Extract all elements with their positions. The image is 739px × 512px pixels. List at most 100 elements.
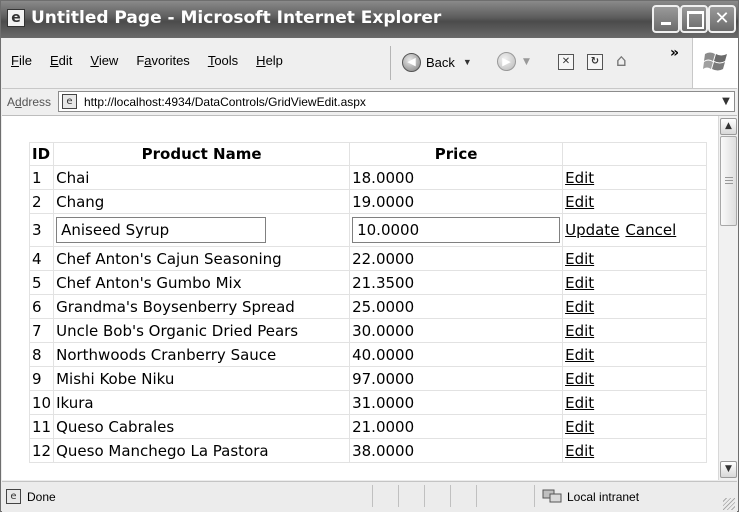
edit-link[interactable]: Edit xyxy=(565,298,594,316)
table-row: 7 Uncle Bob's Organic Dried Pears 30.000… xyxy=(28,318,707,343)
status-pane xyxy=(424,485,425,507)
edit-link[interactable]: Edit xyxy=(565,274,594,292)
cell-price: 97.0000 xyxy=(349,366,564,391)
back-dropdown-icon[interactable]: ▼ xyxy=(463,57,472,67)
update-link[interactable]: Update xyxy=(565,221,619,239)
header-id: ID xyxy=(28,142,55,166)
refresh-icon[interactable]: ↻ xyxy=(587,54,603,70)
page-status-icon: e xyxy=(6,489,21,504)
address-input[interactable]: e http://localhost:4934/DataControls/Gri… xyxy=(58,91,735,112)
cell-product-name: Mishi Kobe Niku xyxy=(53,366,351,391)
cell-price: 38.0000 xyxy=(349,438,564,463)
stop-icon[interactable]: ✕ xyxy=(558,54,574,70)
menu-tools[interactable]: Tools xyxy=(199,53,247,68)
table-row-editing: 3 Update Cancel xyxy=(28,213,707,247)
status-pane xyxy=(398,485,399,507)
cell-id: 4 xyxy=(28,246,55,271)
table-row: 2 Chang 19.0000 Edit xyxy=(28,189,707,214)
cell-actions: Edit xyxy=(562,318,707,343)
home-icon[interactable]: ⌂ xyxy=(616,51,636,71)
status-pane xyxy=(534,485,535,507)
price-input[interactable] xyxy=(352,217,561,243)
cell-actions: Edit xyxy=(562,414,707,439)
table-row: 11 Queso Cabrales 21.0000 Edit xyxy=(28,414,707,439)
forward-button[interactable]: ▶ ▼ xyxy=(497,52,530,71)
edit-link[interactable]: Edit xyxy=(565,370,594,388)
local-intranet-icon xyxy=(542,489,562,503)
cell-product-name: Chef Anton's Gumbo Mix xyxy=(53,270,351,295)
cell-id: 1 xyxy=(28,165,55,190)
cell-product-name: Queso Manchego La Pastora xyxy=(53,438,351,463)
table-row: 6 Grandma's Boysenberry Spread 25.0000 E… xyxy=(28,294,707,319)
back-label: Back xyxy=(426,54,455,70)
edit-link[interactable]: Edit xyxy=(565,169,594,187)
edit-link[interactable]: Edit xyxy=(565,346,594,364)
grid-header-row: ID Product Name Price xyxy=(28,142,707,166)
page-icon: e xyxy=(62,94,77,109)
edit-link[interactable]: Edit xyxy=(565,418,594,436)
table-row: 5 Chef Anton's Gumbo Mix 21.3500 Edit xyxy=(28,270,707,295)
maximize-button[interactable] xyxy=(680,5,708,33)
cell-product-name xyxy=(53,213,351,247)
cell-price: 19.0000 xyxy=(349,189,564,214)
header-product-name: Product Name xyxy=(53,142,351,166)
cell-id: 10 xyxy=(28,390,55,415)
cell-actions: Edit xyxy=(562,390,707,415)
vertical-scrollbar[interactable]: ▲ ▼ xyxy=(718,116,738,480)
cell-actions: Edit xyxy=(562,246,707,271)
cell-actions: Edit xyxy=(562,189,707,214)
thumb-grip xyxy=(725,183,733,184)
cell-actions: Edit xyxy=(562,438,707,463)
maximize-icon xyxy=(687,11,704,29)
cell-actions: Edit xyxy=(562,342,707,367)
toolbar-overflow-icon[interactable]: » xyxy=(670,45,679,61)
edit-link[interactable]: Edit xyxy=(565,250,594,268)
cell-product-name: Uncle Bob's Organic Dried Pears xyxy=(53,318,351,343)
table-row: 12 Queso Manchego La Pastora 38.0000 Edi… xyxy=(28,438,707,463)
cell-product-name: Queso Cabrales xyxy=(53,414,351,439)
cell-price: 21.3500 xyxy=(349,270,564,295)
minimize-button[interactable] xyxy=(652,5,680,33)
cell-actions: Update Cancel xyxy=(562,213,707,247)
edit-link[interactable]: Edit xyxy=(565,394,594,412)
menu-toolbar: File Edit View Favorites Tools Help ◀ Ba… xyxy=(2,38,738,89)
close-button[interactable]: ✕ xyxy=(708,5,736,33)
ie-window-icon[interactable]: e xyxy=(7,9,25,27)
cell-price: 18.0000 xyxy=(349,165,564,190)
status-bar: e Done Local intranet xyxy=(2,481,737,512)
cell-actions: Edit xyxy=(562,294,707,319)
resize-grip[interactable] xyxy=(723,498,735,510)
menu-file[interactable]: File xyxy=(2,53,41,68)
address-url: http://localhost:4934/DataControls/GridV… xyxy=(84,95,366,109)
back-button[interactable]: ◀ Back ▼ xyxy=(402,51,472,73)
cell-product-name: Northwoods Cranberry Sauce xyxy=(53,342,351,367)
address-bar: Address e http://localhost:4934/DataCont… xyxy=(2,89,737,116)
cell-price: 25.0000 xyxy=(349,294,564,319)
address-dropdown-icon[interactable]: ▼ xyxy=(718,92,734,111)
product-name-input[interactable] xyxy=(56,217,267,243)
menu-edit[interactable]: Edit xyxy=(41,53,81,68)
status-pane xyxy=(450,485,451,507)
cancel-link[interactable]: Cancel xyxy=(625,221,676,239)
scroll-thumb[interactable] xyxy=(720,136,737,226)
edit-link[interactable]: Edit xyxy=(565,193,594,211)
menu-help[interactable]: Help xyxy=(247,53,292,68)
cell-actions: Edit xyxy=(562,366,707,391)
thumb-grip xyxy=(725,180,733,181)
table-row: 1 Chai 18.0000 Edit xyxy=(28,165,707,190)
cell-product-name: Ikura xyxy=(53,390,351,415)
edit-link[interactable]: Edit xyxy=(565,442,594,460)
table-row: 4 Chef Anton's Cajun Seasoning 22.0000 E… xyxy=(28,246,707,271)
products-gridview: ID Product Name Price 1 Chai 18.0000 Edi… xyxy=(28,142,707,463)
menu-view[interactable]: View xyxy=(81,53,127,68)
edit-link[interactable]: Edit xyxy=(565,322,594,340)
scroll-down-icon[interactable]: ▼ xyxy=(720,461,737,478)
forward-dropdown-icon[interactable]: ▼ xyxy=(523,57,530,67)
scroll-up-icon[interactable]: ▲ xyxy=(720,118,737,135)
thumb-grip xyxy=(725,177,733,178)
table-row: 9 Mishi Kobe Niku 97.0000 Edit xyxy=(28,366,707,391)
title-bar[interactable]: e Untitled Page - Microsoft Internet Exp… xyxy=(1,1,738,38)
cell-id: 9 xyxy=(28,366,55,391)
menu-favorites[interactable]: Favorites xyxy=(127,53,198,68)
browser-window: e Untitled Page - Microsoft Internet Exp… xyxy=(0,0,739,512)
